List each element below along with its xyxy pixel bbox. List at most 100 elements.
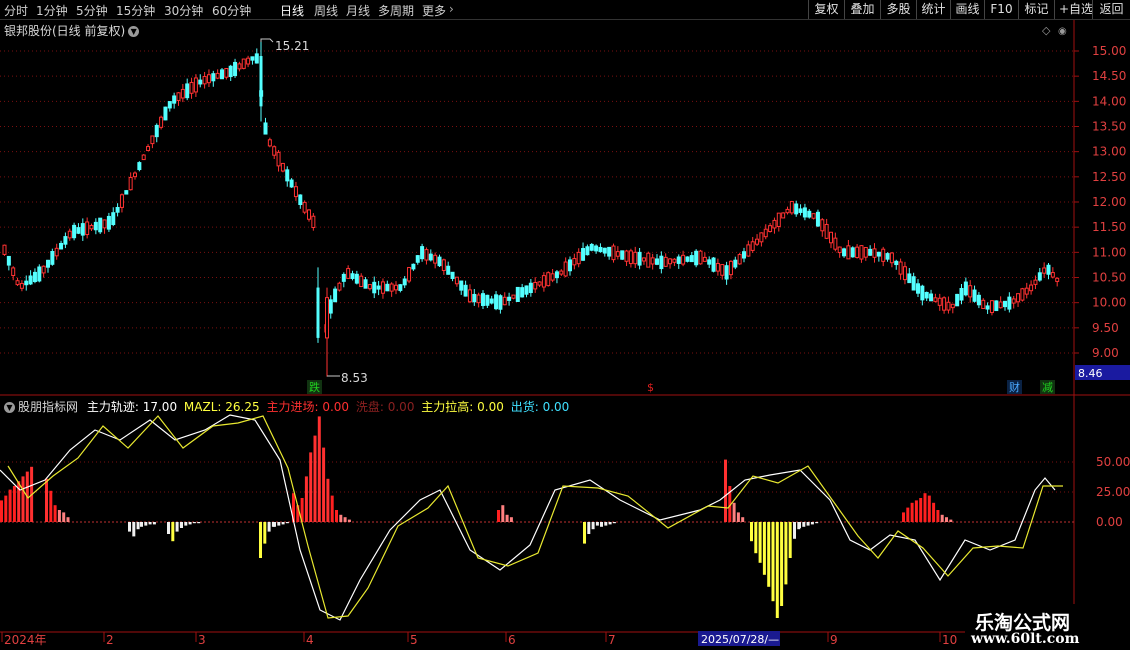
svg-text:$: $ [647, 381, 654, 394]
tab-60min[interactable]: 60分钟 [212, 2, 251, 19]
candle-body [172, 95, 177, 104]
indicator-bar [754, 522, 758, 554]
candle-body [141, 154, 146, 161]
candle-body [307, 209, 311, 220]
candle-body [346, 268, 351, 279]
time-axis: 2024年 2 3 4 5 6 7 9 10 2025/07/28/— [1, 631, 957, 647]
tab-15min[interactable]: 15分钟 [116, 2, 155, 19]
candle-body [1033, 279, 1038, 285]
candle-body [685, 256, 690, 262]
price-axis-label: 13.00 [1092, 145, 1126, 159]
indicator-bar [144, 522, 148, 526]
tab-5min[interactable]: 5分钟 [76, 2, 108, 19]
tab-monthly[interactable]: 月线 [346, 2, 370, 19]
time-axis-label: 2 [106, 633, 114, 647]
candle-body [233, 61, 238, 77]
indicator-bar [273, 522, 276, 527]
candle-body [180, 88, 185, 99]
indicator-bar [780, 522, 784, 606]
indicator-bar [317, 416, 321, 522]
candle-body [1007, 296, 1012, 310]
candle-body [533, 282, 538, 290]
candle-body [37, 266, 42, 282]
candle-body [937, 297, 942, 306]
indicator-bar [815, 522, 819, 524]
event-marker-drop: 跌 [307, 380, 322, 394]
candle-body [115, 206, 120, 213]
price-axis-label: 10.00 [1092, 296, 1126, 310]
candle-body [581, 248, 586, 261]
add-watchlist-button[interactable]: +自选 [1054, 0, 1093, 19]
indicator-bar [66, 517, 70, 522]
candle-body [829, 231, 833, 244]
indicator-bar [313, 435, 317, 522]
overlay-button[interactable]: 叠加 [844, 0, 880, 19]
candle-body [720, 264, 725, 276]
indicator-bar [12, 486, 16, 522]
indicator-bar [750, 522, 753, 542]
candle-body [946, 301, 951, 311]
indicator-bar [4, 495, 8, 522]
tab-multi-period[interactable]: 多周期 [378, 2, 414, 19]
candle-body [689, 255, 694, 263]
candle-body [93, 221, 98, 231]
candle-body [63, 236, 68, 245]
time-axis-label: 2024年 [4, 633, 47, 647]
f10-button[interactable]: F10 [984, 0, 1018, 19]
chart-canvas[interactable]: 15.00 14.50 14.00 13.50 13.00 12.50 12.00 11.50… [0, 20, 1130, 650]
candle-body [1024, 287, 1029, 295]
tab-daily[interactable]: 日线 [280, 2, 304, 19]
chevron-right-icon[interactable]: › [449, 2, 454, 16]
indicator-bar [304, 476, 308, 522]
candle-body [981, 299, 986, 310]
period-toolbar: 分时 1分钟 5分钟 15分钟 30分钟 60分钟 日线 周线 月线 多周期 更… [0, 0, 1130, 20]
candle-body [855, 246, 860, 258]
candle-body [972, 289, 977, 302]
candle-body [515, 286, 520, 303]
indicator-bar [600, 522, 603, 527]
tab-weekly[interactable]: 周线 [314, 2, 338, 19]
tab-30min[interactable]: 30分钟 [164, 2, 203, 19]
candle-body [876, 251, 881, 257]
candle-body [293, 186, 298, 198]
candle-body [624, 250, 629, 262]
candle-body [276, 151, 281, 167]
indicator-bar [608, 522, 612, 525]
indicator-bar [810, 522, 814, 525]
candle-body [311, 215, 316, 229]
indicator-bar [914, 500, 918, 522]
candle-body [333, 288, 338, 303]
indicator-bar [736, 512, 740, 522]
indicator-bar [335, 510, 338, 522]
candle-body [737, 254, 742, 265]
draw-line-button[interactable]: 画线 [950, 0, 984, 19]
candle-body [929, 293, 934, 302]
candle-body [420, 246, 425, 260]
event-marker-dollar: $ [647, 381, 654, 394]
candle-body [559, 270, 564, 275]
tab-intraday[interactable]: 分时 [4, 2, 28, 19]
candle-body [254, 53, 259, 64]
back-button[interactable]: 返回 [1092, 0, 1130, 19]
tab-1min[interactable]: 1分钟 [36, 2, 68, 19]
svg-text:减: 减 [1042, 381, 1053, 394]
candle-body [611, 245, 616, 261]
indicator-bar [936, 510, 940, 522]
multi-stock-button[interactable]: 多股 [880, 0, 916, 19]
candle-body [1011, 298, 1016, 304]
tab-more[interactable]: 更多 [422, 2, 446, 19]
candle-body [868, 248, 873, 256]
indicator-bar [798, 522, 801, 528]
candle-body [128, 176, 133, 191]
statistics-button[interactable]: 统计 [916, 0, 950, 19]
mark-button[interactable]: 标记 [1018, 0, 1054, 19]
candle-body [750, 241, 755, 251]
candle-body [807, 210, 812, 218]
candle-body [781, 212, 786, 219]
indicator-bar [775, 522, 779, 618]
restore-rights-button[interactable]: 复权 [808, 0, 844, 19]
indicator-bar [267, 522, 271, 532]
collapse-icon: ◉ [1058, 26, 1067, 37]
indicator-bar [923, 493, 927, 522]
indicator-bar [612, 522, 616, 524]
